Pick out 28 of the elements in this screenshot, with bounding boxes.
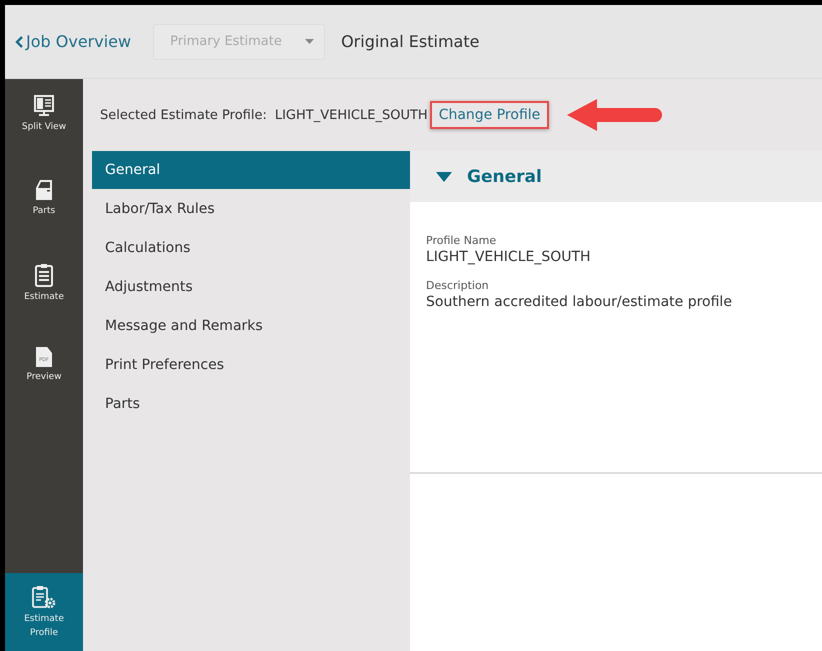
- profile-label: Selected Estimate Profile:: [100, 108, 267, 122]
- clipboard-gear-icon: [32, 584, 56, 608]
- sidebar-item[interactable]: Parts: [5, 179, 83, 263]
- section-title: General: [467, 166, 542, 186]
- section-header[interactable]: General: [410, 151, 822, 202]
- change-profile-link[interactable]: Change Profile: [430, 101, 550, 129]
- nav-item[interactable]: Print Preferences: [92, 345, 410, 384]
- nav-item[interactable]: Parts: [92, 384, 410, 423]
- field-value: LIGHT_VEHICLE_SOUTH: [426, 249, 592, 265]
- nav-item[interactable]: Calculations: [92, 228, 410, 267]
- sidebar-item[interactable]: Estimate Profile: [5, 573, 83, 651]
- car-door-icon: [34, 179, 54, 201]
- clipboard-icon: [35, 263, 53, 287]
- monitor-icon: [33, 95, 55, 117]
- sidebar-item[interactable]: Split View: [5, 95, 83, 179]
- nav-item[interactable]: Labor/Tax Rules: [92, 189, 410, 228]
- nav-item[interactable]: Message and Remarks: [92, 306, 410, 345]
- nav-item[interactable]: Adjustments: [92, 267, 410, 306]
- field-label: Profile Name: [426, 234, 498, 247]
- field-label: Description: [426, 279, 490, 292]
- sidebar-item[interactable]: Estimate: [5, 263, 83, 347]
- field-value: Southern accredited labour/estimate profile: [426, 294, 733, 310]
- nav-item[interactable]: General: [92, 151, 410, 189]
- page-title: Original Estimate: [341, 32, 480, 51]
- caret-icon: [305, 39, 314, 44]
- chevron-left-icon: [15, 36, 23, 48]
- back-link[interactable]: Job Overview: [15, 32, 132, 51]
- profile-value: LIGHT_VEHICLE_SOUTH: [274, 108, 428, 122]
